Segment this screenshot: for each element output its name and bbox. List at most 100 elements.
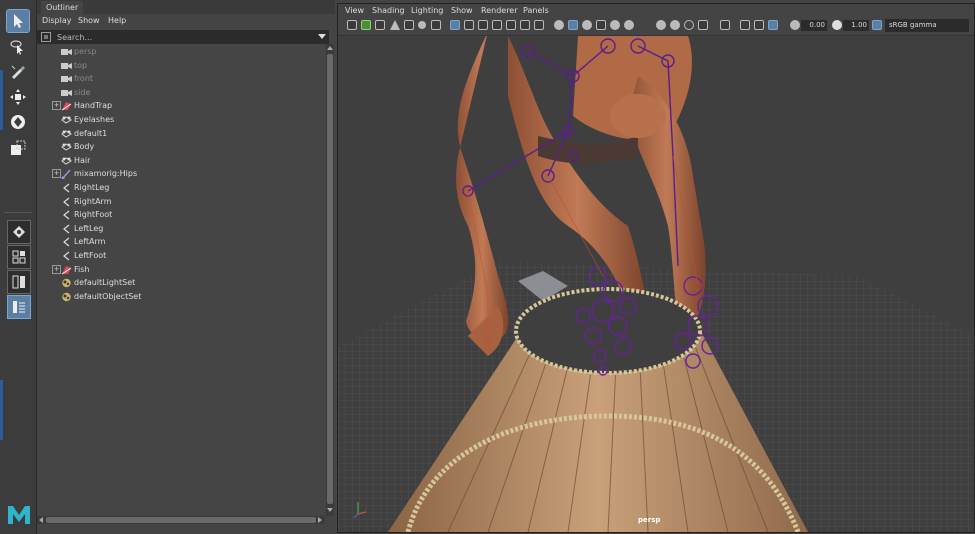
field-chart-icon[interactable] <box>506 20 516 30</box>
safe-action-icon[interactable] <box>520 20 530 30</box>
anti-aliasing-icon[interactable] <box>684 20 694 30</box>
safe-title-icon[interactable] <box>534 20 544 30</box>
chevron-down-icon[interactable] <box>318 34 326 39</box>
two-pane-layout-button[interactable] <box>7 270 31 294</box>
wireframe-shaded-icon[interactable] <box>554 20 564 30</box>
menu-shading[interactable]: Shading <box>372 4 405 18</box>
outliner-item-body[interactable]: Body <box>37 140 325 154</box>
menu-help[interactable]: Help <box>108 14 126 28</box>
scrollbar-thumb[interactable] <box>46 517 316 523</box>
viewport-panel: View Shading Lighting Show Renderer Pane… <box>337 3 975 533</box>
wireframe-icon[interactable] <box>450 20 460 30</box>
xray-active-icon[interactable] <box>754 20 764 30</box>
outliner-item-rightfoot[interactable]: RightFoot <box>37 208 325 222</box>
menu-show[interactable]: Show <box>78 14 100 28</box>
scroll-right-icon[interactable] <box>318 517 322 523</box>
lasso-tool-button[interactable] <box>7 36 29 58</box>
ambient-occlusion-icon[interactable] <box>656 20 666 30</box>
outliner-item-rightleg[interactable]: RightLeg <box>37 181 325 195</box>
ik-handle-icon <box>63 251 70 261</box>
grid-toggle-icon[interactable] <box>431 20 441 30</box>
menu-view[interactable]: View <box>345 4 364 18</box>
outliner-item-handtrap[interactable]: + HandTrap <box>37 99 325 113</box>
mesh-icon <box>61 102 72 111</box>
menu-lighting[interactable]: Lighting <box>411 4 443 18</box>
outliner-item-hair[interactable]: Hair <box>37 154 325 168</box>
outliner-item-default1[interactable]: default1 <box>37 127 325 141</box>
resolution-gate-icon[interactable] <box>478 20 488 30</box>
bookmarks-icon[interactable] <box>375 20 385 30</box>
gamma-icon[interactable] <box>832 20 842 30</box>
2d-pan-zoom-icon[interactable] <box>404 20 414 30</box>
tab-outliner[interactable]: Outliner <box>41 1 84 14</box>
rotate-tool-button[interactable] <box>7 111 29 133</box>
xray-joints-icon[interactable] <box>768 20 778 30</box>
gate-mask-icon[interactable] <box>492 20 502 30</box>
exposure-field[interactable]: 0.00 <box>801 20 827 31</box>
desktop-edge-strip <box>0 380 3 440</box>
image-plane-icon[interactable] <box>390 20 400 30</box>
outliner-item-defaultlightset[interactable]: defaultLightSet <box>37 276 325 290</box>
outliner-item-leftleg[interactable]: LeftLeg <box>37 222 325 236</box>
four-pane-layout-button[interactable] <box>7 245 31 269</box>
group-icon <box>61 157 72 165</box>
outliner-item-leftfoot[interactable]: LeftFoot <box>37 249 325 263</box>
select-camera-icon[interactable] <box>347 20 357 30</box>
menu-panels[interactable]: Panels <box>523 4 549 18</box>
move-tool-button[interactable] <box>7 86 29 108</box>
expand-toggle[interactable]: + <box>52 264 61 274</box>
outliner-tree: persp top front side + HandTrap Eyelashe… <box>37 45 325 515</box>
outliner-item-persp[interactable]: persp <box>37 45 325 59</box>
scale-tool-button[interactable] <box>7 137 29 159</box>
outliner-item-rightarm[interactable]: RightArm <box>37 195 325 209</box>
color-space-dropdown[interactable]: sRGB gamma <box>885 19 969 32</box>
layout-diamond-icon <box>13 226 25 238</box>
expand-toggle[interactable]: + <box>52 169 61 179</box>
exposure-icon[interactable] <box>790 20 800 30</box>
camera-icon <box>61 62 72 69</box>
select-tool-button[interactable] <box>6 9 30 33</box>
expand-toggle[interactable]: + <box>52 101 61 111</box>
horizontal-scrollbar[interactable] <box>37 516 325 524</box>
isolate-select-icon[interactable] <box>720 20 730 30</box>
outliner-item-top[interactable]: top <box>37 59 325 73</box>
search-input[interactable] <box>57 30 307 44</box>
default-material-icon[interactable] <box>582 20 592 30</box>
shadows-icon[interactable] <box>624 20 634 30</box>
motion-blur-icon[interactable] <box>670 20 680 30</box>
vertical-scrollbar[interactable] <box>326 44 334 516</box>
scroll-down-icon[interactable] <box>327 508 333 512</box>
outliner-item-defaultobjectset[interactable]: defaultObjectSet <box>37 290 325 304</box>
menu-show[interactable]: Show <box>451 4 473 18</box>
textured-icon[interactable] <box>596 20 606 30</box>
film-gate-icon[interactable] <box>464 20 474 30</box>
depth-of-field-icon[interactable] <box>698 20 708 30</box>
outliner-item-mixamorig-hips[interactable]: + mixamorig:Hips <box>37 167 325 181</box>
outliner-item-leftarm[interactable]: LeftArm <box>37 235 325 249</box>
color-management-icon[interactable] <box>872 20 882 30</box>
outliner-persp-layout-button[interactable] <box>7 295 31 319</box>
single-pane-layout-button[interactable] <box>7 220 31 244</box>
grease-pencil-icon[interactable] <box>418 21 426 29</box>
scroll-up-icon[interactable] <box>327 46 333 50</box>
outliner-item-side[interactable]: side <box>37 86 325 100</box>
xray-icon[interactable] <box>740 20 750 30</box>
use-all-lights-icon[interactable] <box>610 20 620 30</box>
camera-attributes-icon[interactable] <box>361 20 371 30</box>
search-filter-icon[interactable] <box>41 32 51 42</box>
paint-select-tool-button[interactable] <box>7 61 29 83</box>
ik-handle-icon <box>63 183 70 193</box>
scroll-left-icon[interactable] <box>39 517 43 523</box>
3d-viewport-canvas[interactable]: persp <box>338 36 974 532</box>
smooth-shade-icon[interactable] <box>568 20 578 30</box>
gamma-field[interactable]: 1.00 <box>843 20 869 31</box>
mesh-icon <box>61 265 72 274</box>
outliner-item-eyelashes[interactable]: Eyelashes <box>37 113 325 127</box>
menu-display[interactable]: Display <box>42 14 72 28</box>
outliner-item-fish[interactable]: + Fish <box>37 263 325 277</box>
scrollbar-thumb[interactable] <box>327 54 333 504</box>
arrow-cursor-icon <box>14 14 23 28</box>
scale-icon <box>11 140 26 155</box>
menu-renderer[interactable]: Renderer <box>481 4 518 18</box>
outliner-item-front[interactable]: front <box>37 72 325 86</box>
